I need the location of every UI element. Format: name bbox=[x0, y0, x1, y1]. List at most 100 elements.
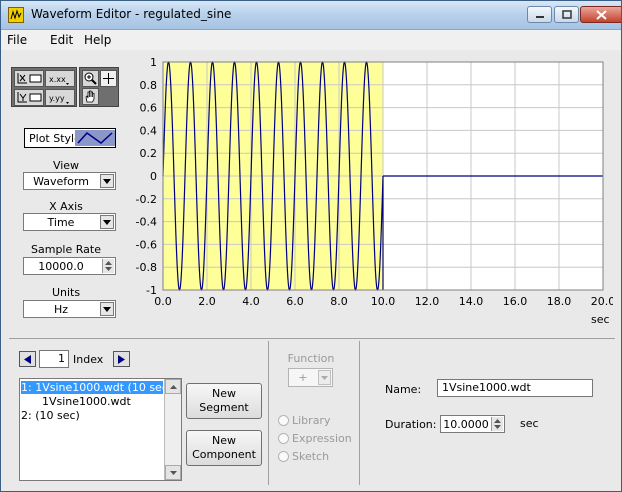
y-tick-label: 0.8 bbox=[140, 79, 158, 92]
graph-tools: x.xx y.yy bbox=[11, 67, 123, 107]
new-component-label-1: New bbox=[212, 434, 236, 447]
waveform-graph[interactable]: 1 0.8 0.6 0.4 0.2 0 -0.2 -0.4 -0.6 -0.8 -1 0.0 2.0 4… bbox=[131, 55, 613, 331]
index-input[interactable]: 1 bbox=[39, 350, 69, 368]
scroll-down-button[interactable] bbox=[165, 465, 181, 480]
y-tick-label: 0.4 bbox=[140, 124, 158, 137]
plot-style-swatch bbox=[75, 130, 115, 146]
pan-button[interactable] bbox=[82, 88, 99, 105]
new-segment-label-1: New bbox=[212, 387, 236, 400]
menu-edit[interactable]: Edit bbox=[50, 33, 73, 47]
x-axis-dropdown-button[interactable] bbox=[100, 215, 114, 229]
radio-library[interactable] bbox=[278, 415, 289, 426]
function-dropdown-button[interactable] bbox=[318, 370, 331, 385]
duration-input[interactable]: 10.0000 bbox=[440, 415, 505, 433]
graph-palette bbox=[79, 67, 119, 107]
app-icon bbox=[8, 7, 24, 23]
y-tick-label: -0.4 bbox=[136, 216, 157, 229]
y-scale-icon bbox=[17, 92, 42, 103]
radio-sketch[interactable] bbox=[278, 451, 289, 462]
waveform-editor-window: Waveform Editor - regulated_sine File Ed… bbox=[0, 0, 622, 492]
x-tick-label: 20.0 bbox=[591, 295, 613, 308]
scroll-up-button[interactable] bbox=[165, 379, 181, 394]
minimize-button[interactable] bbox=[527, 6, 552, 23]
x-tick-label: 14.0 bbox=[459, 295, 484, 308]
menu-file[interactable]: File bbox=[7, 33, 27, 47]
minimize-icon bbox=[536, 16, 544, 18]
view-select[interactable]: Waveform bbox=[23, 172, 116, 190]
view-dropdown-button[interactable] bbox=[100, 174, 114, 188]
duration-unit: sec bbox=[520, 417, 539, 430]
y-tick-label: 1 bbox=[150, 56, 157, 69]
close-icon bbox=[596, 10, 607, 20]
name-input[interactable]: 1Vsine1000.wdt bbox=[437, 379, 593, 397]
chevron-up-icon bbox=[170, 385, 177, 389]
crosshair-icon bbox=[103, 73, 114, 84]
y-autoscale-button[interactable] bbox=[14, 89, 44, 106]
x-axis-label: X Axis bbox=[49, 200, 83, 213]
x-tick-label: 18.0 bbox=[547, 295, 572, 308]
divider bbox=[9, 338, 615, 339]
plot-style-legend[interactable]: Plot Style bbox=[24, 128, 116, 148]
increment-icon bbox=[494, 419, 501, 423]
close-button[interactable] bbox=[580, 6, 621, 23]
chevron-down-icon bbox=[170, 471, 177, 475]
x-tick-label: 8.0 bbox=[330, 295, 348, 308]
expression-label: Expression bbox=[292, 432, 352, 445]
y-format-button[interactable]: y.yy bbox=[45, 89, 75, 106]
x-tick-label: 2.0 bbox=[198, 295, 216, 308]
menu-help[interactable]: Help bbox=[84, 33, 111, 47]
x-tick-label: 16.0 bbox=[503, 295, 528, 308]
x-tick-label: 6.0 bbox=[286, 295, 304, 308]
duration-spinner[interactable] bbox=[491, 417, 503, 431]
function-label: Function bbox=[287, 352, 335, 365]
decrement-icon bbox=[494, 425, 501, 429]
y-axis-ticks: 10.80.60.40.20-0.2-0.4-0.6-0.8-1 bbox=[136, 56, 157, 297]
title-bar[interactable]: Waveform Editor - regulated_sine bbox=[1, 1, 621, 30]
x-format-icon: x.xx bbox=[49, 75, 69, 85]
maximize-button[interactable] bbox=[554, 6, 579, 23]
function-select[interactable]: + bbox=[288, 368, 333, 387]
index-label: Index bbox=[73, 353, 104, 366]
x-scale-icon bbox=[17, 73, 42, 84]
sketch-label: Sketch bbox=[292, 450, 330, 463]
new-segment-button[interactable]: New Segment bbox=[186, 383, 262, 419]
x-autoscale-button[interactable] bbox=[14, 70, 44, 87]
duration-label: Duration: bbox=[385, 418, 437, 431]
segment-list[interactable]: 1: 1Vsine1000.wdt (10 sec) 1Vsine1000.wd… bbox=[19, 378, 182, 481]
increment-icon bbox=[105, 261, 112, 265]
cursor-button[interactable] bbox=[100, 70, 117, 87]
units-dropdown-button[interactable] bbox=[100, 302, 114, 316]
list-item-segment-2[interactable]: 2: (10 sec) bbox=[21, 409, 80, 422]
y-tick-label: -0.8 bbox=[136, 261, 157, 274]
chevron-down-icon bbox=[103, 307, 111, 312]
arrow-right-icon bbox=[118, 355, 125, 364]
x-tick-label: 10.0 bbox=[371, 295, 396, 308]
sample-rate-spinner[interactable] bbox=[102, 259, 114, 273]
list-item-component[interactable]: 1Vsine1000.wdt bbox=[42, 395, 131, 408]
decrement-icon bbox=[105, 267, 112, 271]
x-format-button[interactable]: x.xx bbox=[45, 70, 75, 87]
units-select[interactable]: Hz bbox=[23, 300, 116, 318]
radio-expression[interactable] bbox=[278, 433, 289, 444]
x-axis-select[interactable]: Time bbox=[23, 213, 116, 231]
units-label: Units bbox=[51, 286, 81, 299]
vertical-scrollbar[interactable] bbox=[164, 379, 181, 480]
plot-style-label: Plot Style bbox=[29, 132, 81, 145]
sample-rate-label: Sample Rate bbox=[31, 243, 101, 256]
sample-rate-value: 10000.0 bbox=[38, 260, 84, 273]
waveform-graph-svg: 10.80.60.40.20-0.2-0.4-0.6-0.8-1 0.0 2.0 4… bbox=[136, 56, 613, 326]
x-axis-unit: sec bbox=[591, 313, 610, 326]
sample-rate-input[interactable]: 10000.0 bbox=[23, 257, 116, 275]
x-axis-value: Time bbox=[47, 216, 75, 229]
y-tick-label: 0.2 bbox=[140, 147, 158, 160]
divider bbox=[268, 341, 269, 485]
menu-bar: File Edit Help bbox=[1, 30, 621, 50]
function-value: + bbox=[298, 371, 308, 384]
list-item-segment-1[interactable]: 1: 1Vsine1000.wdt (10 sec) bbox=[21, 381, 172, 394]
index-decrement-button[interactable] bbox=[19, 351, 36, 367]
chevron-down-icon bbox=[321, 376, 328, 380]
zoom-button[interactable] bbox=[82, 70, 99, 87]
index-increment-button[interactable] bbox=[113, 351, 130, 367]
new-component-button[interactable]: New Component bbox=[186, 430, 262, 466]
library-label: Library bbox=[292, 414, 331, 427]
